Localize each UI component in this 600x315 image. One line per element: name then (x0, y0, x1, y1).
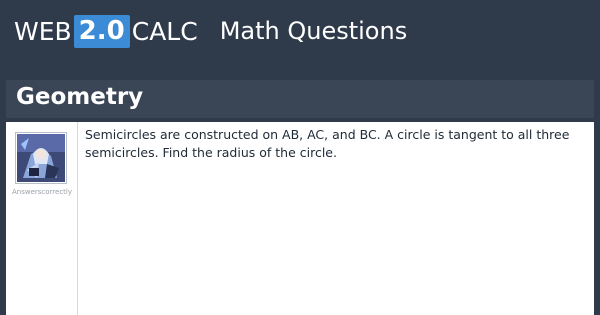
question-panel: Answerscorrectly Semicircles are constru… (6, 122, 594, 315)
author-username[interactable]: Answerscorrectly (6, 188, 78, 196)
site-logo[interactable]: WEB 2.0 CALC Math Questions (14, 14, 407, 48)
section-title: Geometry (16, 84, 144, 110)
logo-badge: 2.0 (73, 14, 130, 48)
top-bar: WEB 2.0 CALC Math Questions (0, 0, 600, 64)
avatar-image (17, 134, 65, 182)
avatar[interactable] (15, 132, 67, 184)
section-header: Geometry (6, 80, 594, 118)
author-column: Answerscorrectly (6, 122, 78, 315)
site-tagline[interactable]: Math Questions (220, 17, 408, 45)
question-text: Semicircles are constructed on AB, AC, a… (85, 127, 570, 160)
logo-suffix: CALC (131, 16, 198, 46)
logo-prefix: WEB (14, 16, 72, 46)
